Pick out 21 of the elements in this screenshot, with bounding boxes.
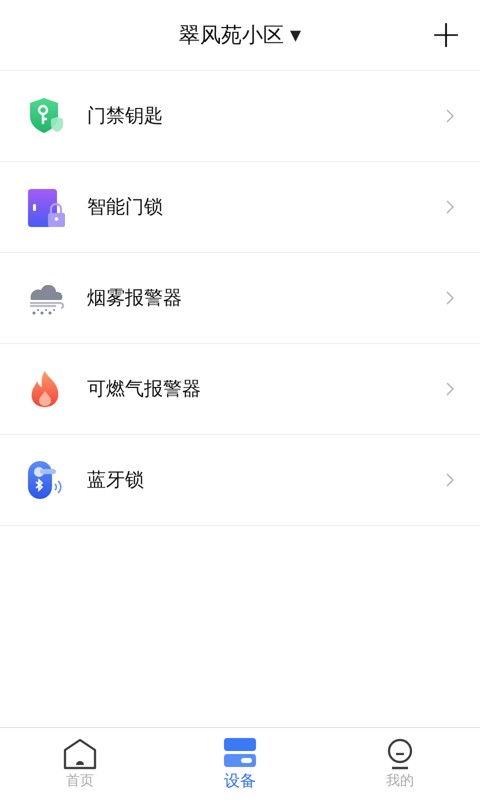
- device-row[interactable]: 门禁钥匙: [0, 71, 480, 162]
- dropdown-caret[interactable]: ▾: [290, 22, 302, 48]
- device-name: 蓝牙锁: [87, 468, 145, 493]
- chevron-right-icon: [446, 382, 454, 396]
- device-row[interactable]: 蓝牙锁: [0, 435, 480, 526]
- device-row[interactable]: 智能门锁: [0, 162, 480, 253]
- location-title[interactable]: 翠风苑小区: [178, 21, 284, 49]
- chevron-right-icon: [446, 291, 454, 305]
- device-name: 智能门锁: [87, 195, 164, 220]
- device-name: 烟雾报警器: [87, 286, 183, 311]
- device-name: 门禁钥匙: [87, 104, 164, 129]
- device-row[interactable]: 可燃气报警器: [0, 344, 480, 435]
- devices-icon: [223, 736, 257, 768]
- chevron-right-icon: [446, 473, 454, 487]
- device-row[interactable]: 烟雾报警器: [0, 253, 480, 344]
- door-lock-icon: [26, 187, 66, 227]
- chevron-right-icon: [446, 200, 454, 214]
- device-name: 可燃气报警器: [87, 377, 202, 402]
- chevron-right-icon: [446, 109, 454, 123]
- house-icon: [63, 738, 97, 770]
- add-button[interactable]: +: [430, 14, 462, 54]
